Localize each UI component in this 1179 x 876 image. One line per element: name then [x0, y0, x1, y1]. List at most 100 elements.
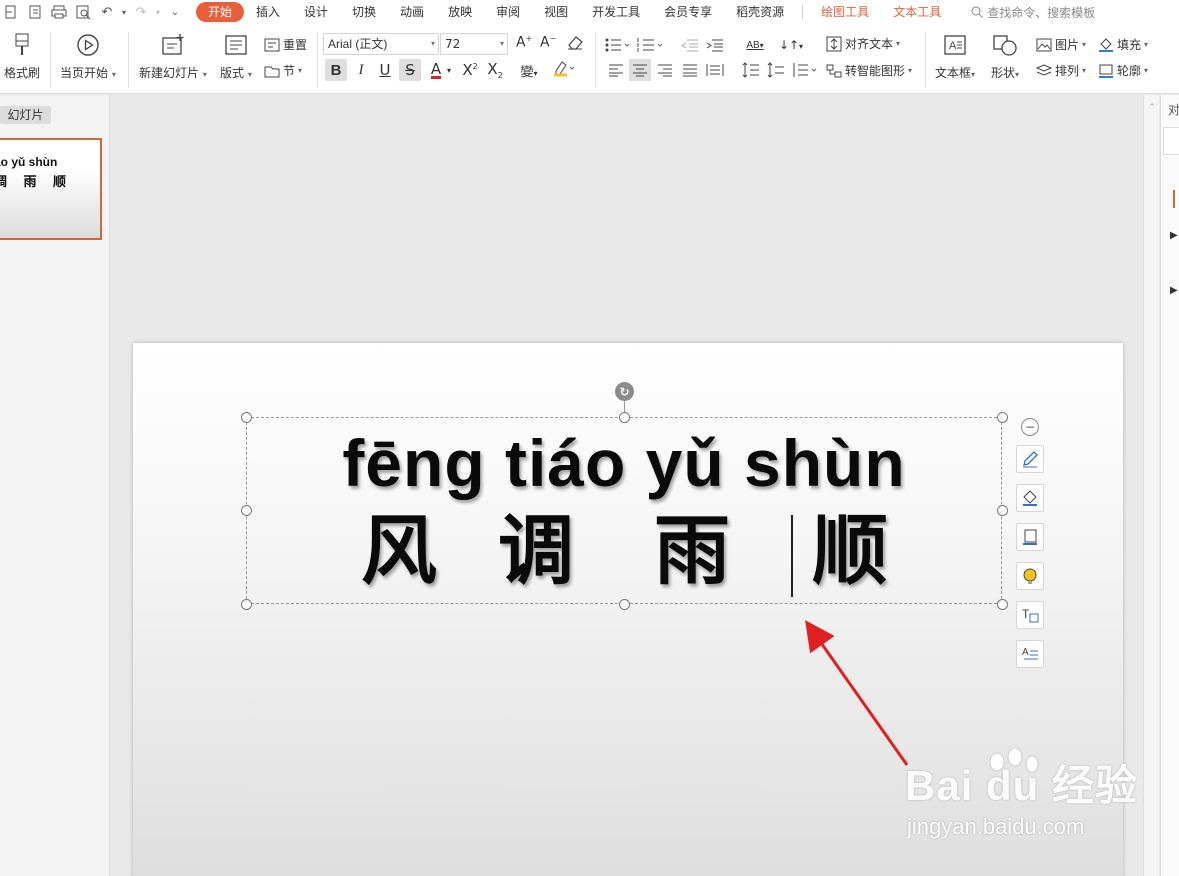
- export-icon[interactable]: [24, 2, 46, 22]
- chinese-char[interactable]: 雨: [654, 513, 730, 589]
- open-icon[interactable]: [0, 2, 22, 22]
- align-left-button[interactable]: [605, 59, 627, 81]
- brush-icon: [11, 32, 33, 58]
- justify-button[interactable]: [679, 59, 701, 81]
- tab-member[interactable]: 会员专享: [652, 2, 724, 22]
- play-from-current-button[interactable]: 当页开始 ▾: [60, 32, 116, 81]
- text-effect-button[interactable]: A: [1016, 640, 1044, 668]
- font-size-select[interactable]: 72 ▾: [440, 33, 508, 55]
- new-slide-button[interactable]: 新建幻灯片 ▾: [139, 32, 207, 81]
- section-button[interactable]: 节 ▾: [264, 62, 302, 79]
- eraser-icon: [568, 36, 583, 50]
- picture-button[interactable]: 图片 ▾: [1036, 36, 1086, 53]
- resize-handle-bottom-left[interactable]: [241, 599, 252, 610]
- tab-insert[interactable]: 插入: [244, 2, 292, 22]
- text-layout-button[interactable]: T: [1016, 601, 1044, 629]
- format-painter-button[interactable]: 格式刷: [4, 32, 40, 81]
- shape-style-button[interactable]: [1016, 445, 1044, 473]
- distribute-button[interactable]: [704, 59, 726, 81]
- resize-handle-bottom-right[interactable]: [997, 599, 1008, 610]
- tab-resources[interactable]: 稻壳资源: [724, 2, 796, 22]
- line-spacing-button[interactable]: [740, 59, 762, 81]
- scroll-up-icon[interactable]: ^: [1149, 103, 1155, 111]
- align-center-button[interactable]: [629, 59, 651, 81]
- underline-button[interactable]: U: [374, 59, 396, 81]
- tab-design[interactable]: 设计: [292, 2, 340, 22]
- spacing-dropdown-button[interactable]: [790, 59, 820, 81]
- tab-home[interactable]: 开始: [196, 2, 245, 22]
- chinese-char[interactable]: 风: [361, 513, 437, 589]
- convert-smartart-button[interactable]: 转智能图形 ▾: [826, 62, 912, 79]
- command-search[interactable]: 查找命令、搜索模板: [971, 4, 1095, 21]
- resize-handle-left[interactable]: [241, 505, 252, 516]
- increase-indent-button[interactable]: [704, 34, 726, 56]
- paragraph-spacing-icon: [767, 62, 784, 78]
- align-left-icon: [609, 64, 623, 77]
- undo-icon[interactable]: ↶: [96, 2, 118, 22]
- subscript-button[interactable]: X2: [484, 59, 506, 81]
- tab-transition[interactable]: 切换: [340, 2, 388, 22]
- clear-format-button[interactable]: [566, 34, 584, 50]
- tab-drawing-tools[interactable]: 绘图工具: [809, 2, 881, 22]
- arrange-button[interactable]: 排列 ▾: [1036, 62, 1086, 79]
- fill-button[interactable]: 填充 ▾: [1098, 36, 1148, 53]
- pinyin-text[interactable]: fēng tiáo yǔ shùn: [246, 425, 1002, 501]
- shape-outline-button[interactable]: [1016, 523, 1044, 551]
- resize-handle-top-right[interactable]: [997, 412, 1008, 423]
- shape-button[interactable]: 形状▾: [991, 32, 1019, 81]
- vertical-scrollbar[interactable]: ^: [1143, 95, 1159, 876]
- chinese-char[interactable]: 顺: [812, 513, 888, 589]
- collapse-toolbar-button[interactable]: −: [1021, 418, 1039, 436]
- sort-button[interactable]: ↓↑▾: [777, 34, 805, 56]
- resize-handle-top[interactable]: [619, 412, 630, 423]
- align-text-button[interactable]: 对齐文本 ▾: [826, 35, 900, 52]
- align-right-button[interactable]: [654, 59, 676, 81]
- superscript-button[interactable]: X2: [459, 59, 481, 81]
- strikethrough-button[interactable]: S: [399, 59, 421, 81]
- font-color-icon: A: [430, 59, 442, 79]
- bold-button[interactable]: B: [325, 59, 347, 81]
- decrease-indent-button[interactable]: [679, 34, 701, 56]
- smart-beautify-button[interactable]: [1016, 562, 1044, 590]
- numbered-list-button[interactable]: [636, 34, 666, 56]
- shape-fill-button[interactable]: [1016, 484, 1044, 512]
- layout-button[interactable]: 版式 ▾: [220, 32, 252, 81]
- reset-button[interactable]: 重置: [264, 36, 307, 53]
- chinese-char[interactable]: 调: [498, 513, 574, 589]
- tab-text-tools[interactable]: 文本工具: [881, 2, 953, 22]
- redo-icon[interactable]: ↷: [130, 2, 152, 22]
- tab-review[interactable]: 审阅: [484, 2, 532, 22]
- print-icon[interactable]: [48, 2, 70, 22]
- undo-dropdown-icon[interactable]: ▾: [120, 2, 128, 22]
- italic-button[interactable]: I: [350, 59, 372, 81]
- highlight-button[interactable]: [549, 59, 579, 81]
- font-color-dropdown[interactable]: ▾: [444, 59, 454, 81]
- resize-handle-right[interactable]: [997, 505, 1008, 516]
- font-family-select[interactable]: Arial (正文) ▾: [323, 33, 439, 55]
- shrink-font-button[interactable]: A−: [540, 34, 556, 51]
- slide-thumbnail[interactable]: áo yǔ shùn 调 雨 顺: [0, 138, 102, 240]
- text-box-button[interactable]: A 文本框▾: [935, 32, 975, 81]
- tab-animation[interactable]: 动画: [388, 2, 436, 22]
- paragraph-spacing-button[interactable]: [765, 59, 787, 81]
- outline-button[interactable]: 轮廓 ▾: [1098, 62, 1148, 79]
- resize-handle-bottom[interactable]: [619, 599, 630, 610]
- bullet-list-button[interactable]: [603, 34, 633, 56]
- grow-font-button[interactable]: A+: [516, 34, 532, 51]
- expand-arrow-icon[interactable]: ▶: [1170, 285, 1178, 296]
- resize-handle-top-left[interactable]: [241, 412, 252, 423]
- customize-toolbar-icon[interactable]: ⌄: [164, 2, 186, 22]
- redo-dropdown-icon[interactable]: ▾: [154, 2, 162, 22]
- expand-arrow-icon[interactable]: ▶: [1170, 230, 1178, 241]
- text-direction-button[interactable]: AB▾: [740, 34, 770, 56]
- tab-developer[interactable]: 开发工具: [580, 2, 652, 22]
- print-preview-icon[interactable]: [72, 2, 94, 22]
- chevron-down-icon: ▾: [202, 70, 207, 79]
- slides-tab[interactable]: 幻灯片: [0, 106, 51, 124]
- phonetic-guide-button[interactable]: 變▾: [514, 59, 544, 81]
- tab-slideshow[interactable]: 放映: [436, 2, 484, 22]
- tab-view[interactable]: 视图: [532, 2, 580, 22]
- menu-bar: ↶ ▾ ↷ ▾ ⌄ 开始 插入 设计 切换 动画 放映 审阅 视图 开发工具 会…: [0, 0, 1179, 24]
- side-panel-tab[interactable]: [1163, 127, 1179, 155]
- rotate-handle[interactable]: ↻: [615, 382, 634, 401]
